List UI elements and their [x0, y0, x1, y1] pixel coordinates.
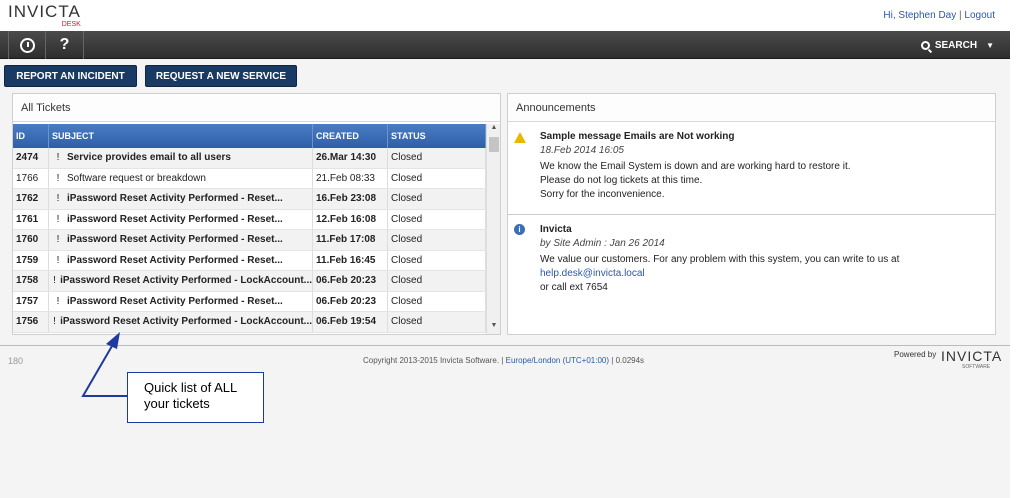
- right-edge: [1010, 0, 1024, 498]
- callout-box: Quick list of ALL your tickets: [127, 372, 264, 423]
- callout-arrow-icon: [81, 332, 127, 397]
